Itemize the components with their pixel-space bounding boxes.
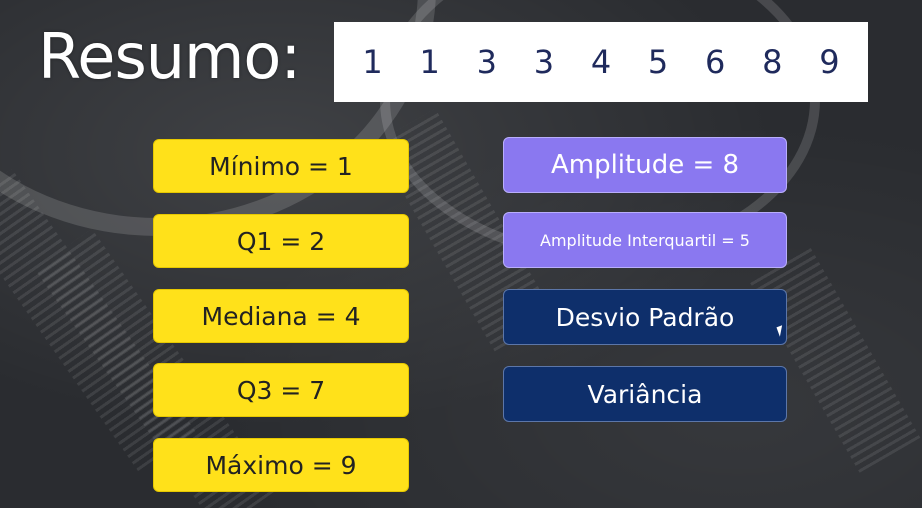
data-value: 8 [762,43,783,81]
slide-title: Resumo: [38,20,301,93]
background-stripe [749,247,921,473]
stat-interquartile-range: Amplitude Interquartil = 5 [503,212,787,268]
data-values-box: 1 1 3 3 4 5 6 8 9 [334,22,868,102]
data-value: 6 [705,43,726,81]
stat-range: Amplitude = 8 [503,137,787,193]
variance-button[interactable]: Variância [503,366,787,422]
standard-deviation-button[interactable]: Desvio Padrão [503,289,787,345]
stat-q1: Q1 = 2 [153,214,409,268]
data-value: 3 [533,43,555,81]
data-value: 3 [476,43,497,81]
data-value: 1 [419,43,440,81]
stat-maximum: Máximo = 9 [153,438,409,492]
stat-median: Mediana = 4 [153,289,409,343]
stat-q3: Q3 = 7 [153,363,409,417]
data-value: 9 [819,43,840,81]
data-value: 5 [647,43,669,81]
stat-minimum: Mínimo = 1 [153,139,409,193]
data-value: 1 [362,43,383,81]
data-value: 4 [590,43,612,81]
